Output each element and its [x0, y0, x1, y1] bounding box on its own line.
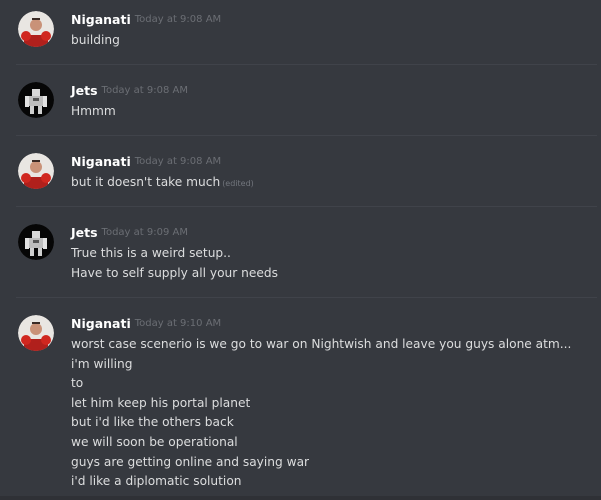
chat-bottom-edge: [0, 496, 601, 500]
message-header: Niganati Today at 9:08 AM: [71, 153, 221, 171]
message-divider: [16, 135, 597, 136]
username[interactable]: Niganati: [71, 154, 131, 169]
message-text: building: [71, 33, 120, 47]
boxer-avatar-icon[interactable]: [18, 315, 54, 351]
message-content: worst case scenerio is we go to war on N…: [71, 335, 591, 492]
message-text: i'm willing: [71, 356, 133, 371]
message-text: i'd like a diplomatic solution: [71, 474, 242, 489]
timestamp: Today at 9:08 AM: [101, 85, 188, 96]
edited-label: (edited): [222, 179, 254, 188]
message-divider: [16, 297, 597, 298]
timestamp: Today at 9:09 AM: [101, 227, 188, 238]
message-text: Have to self supply all your needs: [71, 265, 278, 280]
message-content: Hmmm: [71, 102, 591, 122]
username[interactable]: Jets: [71, 83, 98, 98]
message-divider: [16, 206, 597, 207]
boxer-avatar-icon[interactable]: [18, 11, 54, 47]
message-header: Jets Today at 9:08 AM: [71, 82, 188, 100]
message-text: we will soon be operational: [71, 434, 238, 449]
message-content: building: [71, 31, 591, 51]
username[interactable]: Jets: [71, 225, 98, 240]
message-text: let him keep his portal planet: [71, 395, 251, 410]
message-text-body: but it doesn't take much: [71, 175, 221, 189]
message-text: to: [71, 376, 84, 391]
message-text: Hmmm: [71, 104, 116, 118]
boxer-avatar-icon[interactable]: [18, 153, 54, 189]
timestamp: Today at 9:08 AM: [134, 156, 222, 167]
username[interactable]: Niganati: [71, 316, 131, 331]
message-header: Niganati Today at 9:10 AM: [71, 315, 221, 333]
chat-message-list: Niganati Today at 9:08 AM building Jets To…: [0, 0, 601, 500]
message-text: guys are getting online and saying war: [71, 454, 310, 469]
username[interactable]: Niganati: [71, 12, 131, 27]
message-header: Jets Today at 9:09 AM: [71, 224, 188, 242]
message-header: Niganati Today at 9:08 AM: [71, 11, 221, 29]
message-text: True this is a weird setup..: [71, 246, 231, 260]
mech-robot-avatar-icon[interactable]: [18, 82, 54, 118]
message-divider: [16, 64, 597, 65]
message-text: worst case scenerio is we go to war on N…: [71, 337, 572, 351]
timestamp: Today at 9:08 AM: [134, 14, 222, 25]
message-content: True this is a weird setup.. Have to sel…: [71, 244, 591, 283]
mech-robot-avatar-icon[interactable]: [18, 224, 54, 260]
message-text: but it doesn't take much (edited): [71, 173, 591, 194]
message-content: but it doesn't take much (edited): [71, 173, 591, 194]
timestamp: Today at 9:10 AM: [134, 318, 222, 329]
message-text: but i'd like the others back: [71, 415, 234, 430]
